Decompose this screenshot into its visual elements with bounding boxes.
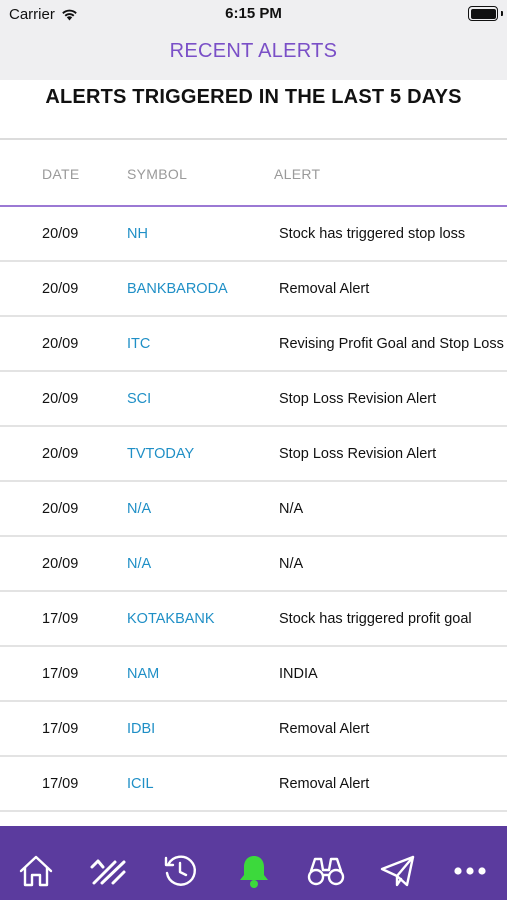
binoculars-icon	[307, 857, 345, 886]
alert-text: Stock has triggered stop loss	[279, 226, 466, 242]
alert-text: Stop Loss Revision Alert	[279, 446, 437, 462]
alert-text: Removal Alert	[279, 281, 370, 297]
alert-date: 17/09	[42, 721, 79, 737]
table-row[interactable]: 20/09 NH Stock has triggered stop loss	[0, 207, 507, 262]
table-row[interactable]: 20/09 N/A N/A	[0, 537, 507, 592]
alert-date: 20/09	[42, 336, 79, 352]
navigation-bar: RECENT ALERTS	[0, 28, 507, 80]
alert-text: N/A	[279, 556, 304, 572]
column-header-alert: ALERT	[274, 166, 321, 182]
alert-text: N/A	[279, 501, 304, 517]
table-row[interactable]: 17/09 IDBI Removal Alert	[0, 702, 507, 757]
battery-tip	[501, 11, 503, 16]
alert-date: 20/09	[42, 281, 79, 297]
table-row[interactable]: 17/09 ICIL Removal Alert	[0, 757, 507, 812]
table-row[interactable]: 17/09 KOTAKBANK Stock has triggered prof…	[0, 592, 507, 647]
alert-text: Stock has triggered profit goal	[279, 611, 472, 627]
alert-symbol-link[interactable]: N/A	[127, 501, 151, 517]
column-header-date: DATE	[42, 166, 80, 182]
alert-date: 20/09	[42, 391, 79, 407]
alert-date: 17/09	[42, 666, 79, 682]
tab-alerts[interactable]	[232, 852, 276, 890]
alerts-table: 20/09 NH Stock has triggered stop loss 2…	[0, 207, 507, 812]
alert-symbol-link[interactable]: NH	[127, 226, 148, 242]
home-icon	[19, 855, 53, 887]
alert-text: Removal Alert	[279, 776, 370, 792]
tab-watchlist[interactable]	[304, 852, 348, 890]
status-time: 6:15 PM	[225, 5, 282, 22]
alert-symbol-link[interactable]: TVTODAY	[127, 446, 194, 462]
tab-more[interactable]	[448, 852, 492, 890]
tab-history[interactable]	[158, 852, 202, 890]
history-icon	[164, 855, 196, 886]
status-bar: Carrier 6:15 PM	[0, 0, 507, 28]
alert-date: 20/09	[42, 556, 79, 572]
bell-icon	[240, 856, 268, 888]
alert-text: Stop Loss Revision Alert	[279, 391, 437, 407]
alert-symbol-link[interactable]: ICIL	[127, 776, 154, 792]
alert-date: 17/09	[42, 776, 79, 792]
alert-text: Removal Alert	[279, 721, 370, 737]
alert-text: Revising Profit Goal and Stop Loss	[279, 336, 504, 352]
alert-date: 20/09	[42, 501, 79, 517]
table-row[interactable]: 20/09 TVTODAY Stop Loss Revision Alert	[0, 427, 507, 482]
tab-bar	[0, 826, 507, 900]
alert-symbol-link[interactable]: SCI	[127, 391, 151, 407]
alert-symbol-link[interactable]: N/A	[127, 556, 151, 572]
alert-symbol-link[interactable]: BANKBARODA	[127, 281, 228, 297]
trades-icon	[90, 859, 126, 885]
alert-date: 20/09	[42, 446, 79, 462]
alert-text: INDIA	[279, 666, 318, 682]
divider	[0, 138, 507, 140]
tab-messages[interactable]	[376, 852, 420, 890]
table-row[interactable]: 20/09 BANKBARODA Removal Alert	[0, 262, 507, 317]
table-row[interactable]: 17/09 NAM INDIA	[0, 647, 507, 702]
alert-symbol-link[interactable]: IDBI	[127, 721, 155, 737]
battery-icon	[468, 6, 498, 21]
alert-symbol-link[interactable]: ITC	[127, 336, 150, 352]
table-row[interactable]: 20/09 SCI Stop Loss Revision Alert	[0, 372, 507, 427]
tab-trades[interactable]	[86, 852, 130, 890]
more-icon	[454, 867, 486, 875]
alert-symbol-link[interactable]: NAM	[127, 666, 159, 682]
section-heading: ALERTS TRIGGERED IN THE LAST 5 DAYS	[45, 86, 462, 108]
tab-home[interactable]	[14, 852, 58, 890]
alert-date: 17/09	[42, 611, 79, 627]
page-title: RECENT ALERTS	[169, 40, 338, 62]
alert-date: 20/09	[42, 226, 79, 242]
alert-symbol-link[interactable]: KOTAKBANK	[127, 611, 215, 627]
paper-plane-icon	[380, 855, 415, 887]
table-row[interactable]: 20/09 N/A N/A	[0, 482, 507, 537]
table-row[interactable]: 20/09 ITC Revising Profit Goal and Stop …	[0, 317, 507, 372]
column-header-symbol: SYMBOL	[127, 166, 188, 182]
